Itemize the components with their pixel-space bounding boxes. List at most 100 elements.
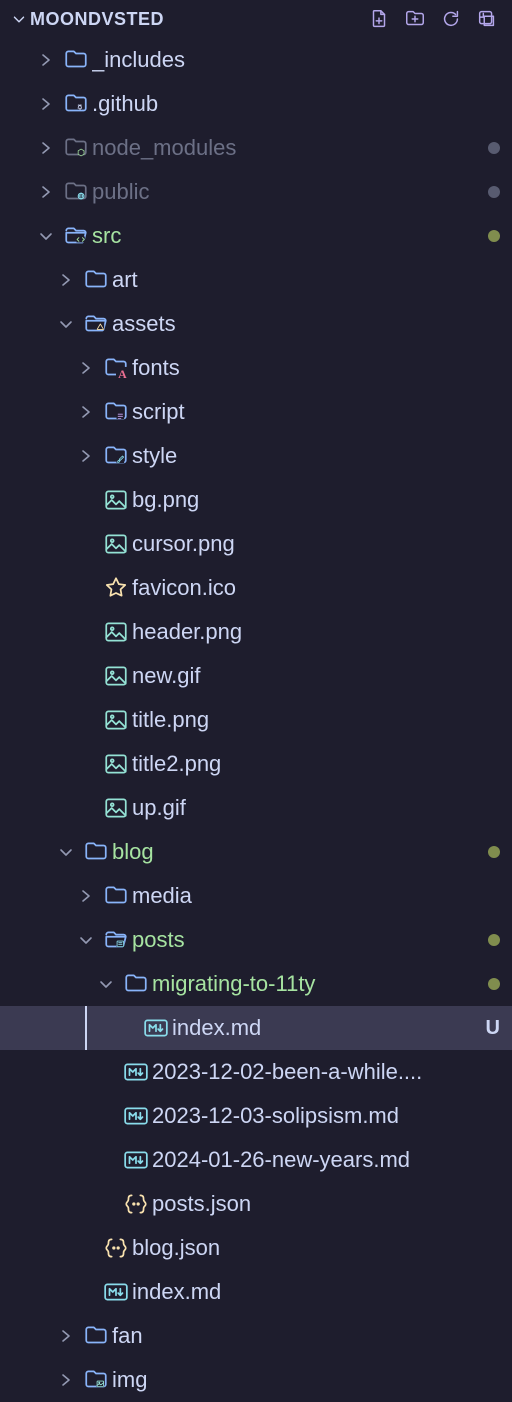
tree-item[interactable]: posts xyxy=(0,918,512,962)
chevron-down-icon[interactable] xyxy=(52,842,80,862)
folder-src-icon xyxy=(60,223,92,249)
git-dot-icon xyxy=(488,846,500,858)
folder-font-icon: A xyxy=(100,355,132,381)
tree-item-label: new.gif xyxy=(132,663,500,689)
markdown-icon xyxy=(120,1059,152,1085)
tree-item[interactable]: 2024-01-26-new-years.md xyxy=(0,1138,512,1182)
folder-icon xyxy=(100,883,132,909)
tree-item[interactable]: Afonts xyxy=(0,346,512,390)
tree-item-label: posts.json xyxy=(152,1191,500,1217)
tree-item[interactable]: 2023-12-02-been-a-while.... xyxy=(0,1050,512,1094)
chevron-right-icon[interactable] xyxy=(72,402,100,422)
tree-item-label: index.md xyxy=(172,1015,478,1041)
tree-item[interactable]: cursor.png xyxy=(0,522,512,566)
chevron-down-icon[interactable] xyxy=(92,974,120,994)
tree-item[interactable]: src xyxy=(0,214,512,258)
tree-item[interactable]: index.md xyxy=(0,1270,512,1314)
file-tree: _includes .github node_modulespublic src art… xyxy=(0,38,512,1402)
tree-item-label: blog xyxy=(112,839,480,865)
image-icon xyxy=(100,531,132,557)
tree-item-label: migrating-to-11ty xyxy=(152,971,480,997)
folder-icon xyxy=(60,47,92,73)
tree-item[interactable]: up.gif xyxy=(0,786,512,830)
chevron-right-icon[interactable] xyxy=(52,1326,80,1346)
folder-public-icon xyxy=(60,179,92,205)
tree-item[interactable]: index.mdU xyxy=(0,1006,512,1050)
tree-item-label: posts xyxy=(132,927,480,953)
tree-item[interactable]: node_modules xyxy=(0,126,512,170)
folder-icon xyxy=(80,839,112,865)
tree-item[interactable]: _includes xyxy=(0,38,512,82)
tree-item-label: index.md xyxy=(132,1279,500,1305)
tree-item-label: .github xyxy=(92,91,500,117)
tree-item[interactable]: 2023-12-03-solipsism.md xyxy=(0,1094,512,1138)
image-icon xyxy=(100,487,132,513)
tree-item-label: favicon.ico xyxy=(132,575,500,601)
tree-item[interactable]: media xyxy=(0,874,512,918)
chevron-down-icon[interactable] xyxy=(52,314,80,334)
chevron-right-icon[interactable] xyxy=(72,358,100,378)
chevron-down-icon[interactable] xyxy=(72,930,100,950)
tree-item[interactable]: blog.json xyxy=(0,1226,512,1270)
tree-item-label: art xyxy=(112,267,500,293)
folder-img-icon xyxy=(80,1367,112,1393)
tree-item[interactable]: header.png xyxy=(0,610,512,654)
tree-item-label: title2.png xyxy=(132,751,500,777)
tree-item-label: header.png xyxy=(132,619,500,645)
tree-item[interactable]: script xyxy=(0,390,512,434)
new-file-icon[interactable] xyxy=(368,8,390,30)
tree-item[interactable]: img xyxy=(0,1358,512,1402)
tree-item[interactable]: style xyxy=(0,434,512,478)
chevron-right-icon[interactable] xyxy=(72,446,100,466)
json-icon xyxy=(120,1191,152,1217)
folder-node-icon xyxy=(60,135,92,161)
folder-posts-icon xyxy=(100,927,132,953)
tree-item[interactable]: fan xyxy=(0,1314,512,1358)
chevron-right-icon[interactable] xyxy=(32,50,60,70)
refresh-icon[interactable] xyxy=(440,8,462,30)
image-icon xyxy=(100,751,132,777)
chevron-down-icon[interactable] xyxy=(32,226,60,246)
tree-item[interactable]: title.png xyxy=(0,698,512,742)
tree-item[interactable]: title2.png xyxy=(0,742,512,786)
tree-item[interactable]: assets xyxy=(0,302,512,346)
tree-item-label: img xyxy=(112,1367,500,1393)
collapse-all-icon[interactable] xyxy=(476,8,498,30)
tree-item-label: assets xyxy=(112,311,500,337)
chevron-right-icon[interactable] xyxy=(32,138,60,158)
chevron-right-icon[interactable] xyxy=(52,1370,80,1390)
tree-item[interactable]: .github xyxy=(0,82,512,126)
tree-item[interactable]: blog xyxy=(0,830,512,874)
tree-item[interactable]: art xyxy=(0,258,512,302)
markdown-icon xyxy=(120,1147,152,1173)
git-dot-icon xyxy=(488,186,500,198)
project-title: MOONDVSTED xyxy=(30,9,368,30)
folder-icon xyxy=(120,971,152,997)
tree-item-label: public xyxy=(92,179,480,205)
tree-item[interactable]: posts.json xyxy=(0,1182,512,1226)
tree-item[interactable]: migrating-to-11ty xyxy=(0,962,512,1006)
chevron-right-icon[interactable] xyxy=(32,182,60,202)
folder-github-icon xyxy=(60,91,92,117)
markdown-icon xyxy=(120,1103,152,1129)
tree-item[interactable]: new.gif xyxy=(0,654,512,698)
chevron-right-icon[interactable] xyxy=(72,886,100,906)
chevron-right-icon[interactable] xyxy=(52,270,80,290)
chevron-down-icon[interactable] xyxy=(10,10,30,28)
tree-item-label: title.png xyxy=(132,707,500,733)
new-folder-icon[interactable] xyxy=(404,8,426,30)
markdown-icon xyxy=(140,1015,172,1041)
tree-item-label: up.gif xyxy=(132,795,500,821)
git-dot-icon xyxy=(488,230,500,242)
tree-item-label: 2023-12-03-solipsism.md xyxy=(152,1103,500,1129)
chevron-right-icon[interactable] xyxy=(32,94,60,114)
folder-script-icon xyxy=(100,399,132,425)
git-dot-icon xyxy=(488,978,500,990)
tree-item[interactable]: public xyxy=(0,170,512,214)
tree-item[interactable]: favicon.ico xyxy=(0,566,512,610)
tree-item-label: src xyxy=(92,223,480,249)
image-icon xyxy=(100,707,132,733)
tree-item[interactable]: bg.png xyxy=(0,478,512,522)
tree-item-label: script xyxy=(132,399,500,425)
tree-item-label: 2023-12-02-been-a-while.... xyxy=(152,1059,500,1085)
